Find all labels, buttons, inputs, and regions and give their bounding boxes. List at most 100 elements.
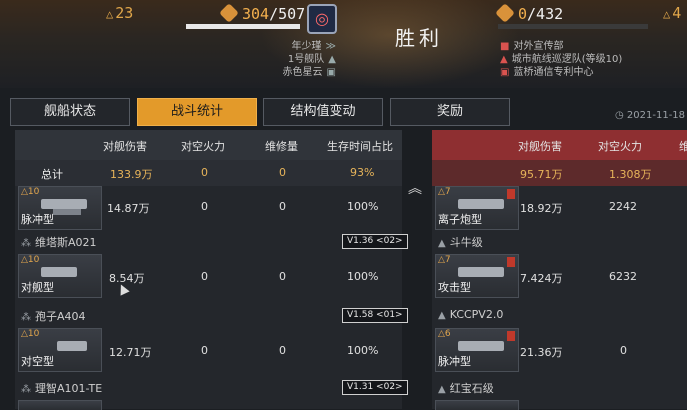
left-total-row: 总计 133.9万 0 0 93% — [15, 160, 402, 186]
section-name: 理智A101-TE — [35, 382, 103, 395]
ship-type: 对空型 — [21, 355, 54, 368]
total-aa: 1.308万 — [609, 168, 652, 181]
ship-damage: 14.87万 — [107, 202, 150, 215]
guild-icon: ▣ — [326, 67, 336, 78]
total-survival: 93% — [350, 166, 375, 179]
guild-icon: ▣ — [500, 67, 510, 78]
ship-survival: 100% — [347, 270, 379, 283]
section-name: KCCPV2.0 — [449, 308, 504, 321]
table-row[interactable]: △6 脉冲型 21.36万 0 — [432, 328, 687, 378]
ship-type: 脉冲型 — [438, 355, 471, 368]
left-stats-table: 对舰伤害 对空火力 维修量 生存时间占比 总计 133.9万 0 0 93% △… — [15, 130, 408, 410]
level-label: △10 — [21, 187, 40, 197]
ship-damage: 18.92万 — [520, 202, 563, 215]
clock-icon: ◷ — [615, 110, 627, 121]
enemy-badge-icon — [507, 189, 515, 199]
table-row[interactable]: △10 脉冲型 14.87万 0 0 100% — [15, 186, 402, 236]
right-resource-bar — [498, 24, 648, 29]
ship-type: 脉冲型 — [21, 213, 54, 226]
tab-structure-change[interactable]: 结构值变动 — [263, 98, 383, 126]
left-team-commander: 年少瑾 ≫ — [291, 41, 336, 52]
total-damage: 133.9万 — [110, 168, 153, 181]
ship-class-icon: ▲ — [438, 238, 446, 249]
square-icon: ■ — [500, 41, 510, 52]
table-row[interactable]: △7 离子炮型 18.92万 2242 — [432, 186, 687, 236]
fleet-group-icon: ⁂ — [21, 238, 31, 249]
ship-repair: 0 — [279, 344, 286, 357]
left-team-fleet: 1号舰队 ▲ — [287, 54, 336, 65]
right-team-commander: ■ 对外宣传部 — [500, 41, 564, 52]
left-fleet-level: △ 23 — [106, 4, 134, 22]
left-resource-bar — [186, 24, 300, 29]
ship-thumbnail: △7 攻击型 — [435, 254, 519, 298]
right-total-row: 95.71万 1.308万 — [432, 160, 687, 186]
ship-type: 离子炮型 — [438, 213, 482, 226]
ship-repair: 0 — [279, 270, 286, 283]
right-fleet-level: △ 4 — [663, 4, 682, 22]
right-resource-total: /432 — [527, 5, 564, 23]
ship-damage: 8.54万 — [109, 272, 145, 285]
ship-class-icon: ▲ — [438, 384, 446, 395]
ship-survival: 100% — [347, 344, 379, 357]
resource-icon — [219, 3, 239, 23]
ship-damage: 12.71万 — [109, 346, 152, 359]
level-label: △7 — [438, 255, 451, 265]
total-aa: 0 — [201, 166, 208, 179]
ship-aa: 0 — [620, 344, 627, 357]
ship-damage: 21.36万 — [520, 346, 563, 359]
ship-hull-icon — [458, 341, 504, 351]
section-name: 维塔斯A021 — [35, 236, 97, 249]
resource-icon — [495, 3, 515, 23]
table-row[interactable]: △7 攻击型 7.424万 6232 — [432, 254, 687, 304]
level-label: △10 — [21, 329, 40, 339]
level-label: △10 — [21, 255, 40, 265]
version-badge: V1.58 <01> — [342, 308, 408, 323]
total-damage: 95.71万 — [520, 168, 563, 181]
ship-thumbnail: △6 脉冲型 — [435, 328, 519, 372]
ship-aa: 6232 — [609, 270, 637, 283]
ship-section-header: ⁂ 孢子A404 V1.58 <01> — [15, 306, 408, 326]
ship-hull-icon — [57, 341, 87, 351]
ship-damage: 7.424万 — [520, 272, 563, 285]
tab-rewards[interactable]: 奖励 — [390, 98, 510, 126]
total-repair: 0 — [279, 166, 286, 179]
table-row[interactable]: △10 对空型 12.71万 0 0 100% — [15, 328, 402, 378]
tab-battle-stats[interactable]: 战斗统计 — [137, 98, 257, 126]
right-team-fleet: ▲ 城市航线巡逻队(等级10) — [500, 54, 623, 65]
level-label: △7 — [438, 187, 451, 197]
ship-type: 攻击型 — [438, 281, 471, 294]
version-badge: V1.36 <02> — [342, 234, 408, 249]
total-label: 总计 — [41, 168, 63, 181]
resource-current: 304 — [242, 5, 270, 23]
header-survival: 生存时间占比 — [327, 140, 393, 153]
ship-class-icon: ▲ — [438, 310, 446, 321]
version-badge: V1.31 <02> — [342, 380, 408, 395]
section-name: 红宝石级 — [449, 382, 494, 395]
ship-hull-icon — [41, 267, 77, 277]
ship-aa: 2242 — [609, 200, 637, 213]
ship-thumbnail: △10 对舰型 — [18, 254, 102, 298]
left-table-header: 对舰伤害 对空火力 维修量 生存时间占比 — [15, 130, 402, 160]
ship-thumbnail: △10 对空型 — [18, 328, 102, 372]
right-resource-current: 0 — [518, 5, 528, 23]
ship-section-header: ⁂ 理智A101-TE V1.31 <02> — [15, 378, 408, 398]
ship-survival: 100% — [347, 200, 379, 213]
arrow-up-icon: ▲ — [500, 54, 508, 65]
header-ship-damage: 对舰伤害 — [103, 140, 147, 153]
battle-result-text: 胜利 — [395, 26, 443, 50]
ship-thumbnail: △10 脉冲型 — [18, 186, 102, 230]
right-resource: 0/432 — [495, 3, 564, 23]
header-repair: 维修量 — [265, 140, 298, 153]
tab-ship-status[interactable]: 舰船状态 — [10, 98, 130, 126]
ship-aa: 0 — [201, 200, 208, 213]
header-repair-partial: 维 — [679, 140, 687, 153]
table-row[interactable]: △10 对舰型 8.54万 0 0 100% — [15, 254, 402, 304]
header-aa-fire: 对空火力 — [181, 140, 225, 153]
fleet-group-icon: ⁂ — [21, 384, 31, 395]
ship-aa: 0 — [201, 344, 208, 357]
arrow-up-icon: ▲ — [328, 54, 336, 65]
collapse-arrow-icon[interactable]: ︽ — [408, 178, 422, 198]
left-team-guild: 赤色星云 ▣ — [282, 67, 336, 78]
ship-hull-icon — [458, 199, 504, 209]
fleet-group-icon: ⁂ — [21, 312, 31, 323]
